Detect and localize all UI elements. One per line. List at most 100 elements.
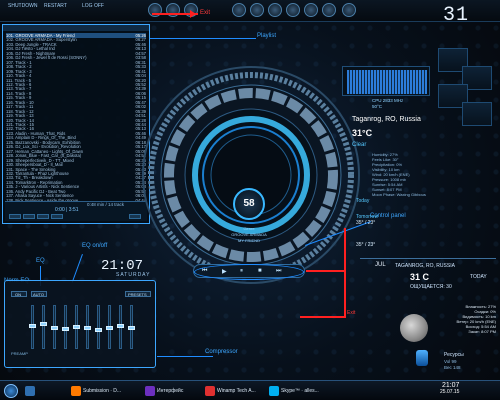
exit2-line-h2 [300, 316, 344, 318]
eq-band-knob[interactable] [84, 326, 91, 330]
app-icon-2[interactable] [250, 3, 264, 17]
day-number: 31 [443, 4, 470, 27]
trash-icon[interactable] [148, 3, 162, 17]
weather-details: Humidity: 27% Feels Like: 30° Precipitat… [372, 152, 426, 197]
eq-band-knob[interactable] [73, 325, 80, 330]
br-today: TODAY [470, 274, 487, 280]
taskbar: Submission · D... Интерфейс Winamp Tech A.… [0, 380, 500, 400]
eq-band-slider[interactable] [29, 305, 36, 349]
cpu-label: CPU 2833 MHz [372, 98, 404, 103]
eq-band-knob[interactable] [117, 324, 124, 328]
eq-band-knob[interactable] [128, 326, 135, 330]
playlist-add-button[interactable] [9, 214, 21, 219]
start-button[interactable] [4, 384, 18, 398]
eq-band-slider[interactable] [73, 305, 80, 349]
taskbar-item-label: Skype™ · alles... [281, 388, 319, 394]
exit2-line-h [306, 270, 346, 272]
warning-icon[interactable] [166, 3, 180, 17]
dial-track: MY FRIEND [238, 238, 260, 243]
app-icon-3[interactable] [268, 3, 282, 17]
eq-presets-button[interactable]: PRESETS [125, 291, 151, 297]
resource-cylinder-icon [416, 350, 428, 366]
top-bar: SHUTDOWN RESTART LOG OFF 31 [0, 0, 500, 27]
taskbar-item-label: Submission · D... [83, 388, 122, 394]
dial-center-number: 58 [233, 188, 265, 220]
eq-band-knob[interactable] [40, 322, 47, 326]
taskbar-item[interactable] [24, 384, 66, 398]
cpu-temp: 50°C [372, 104, 383, 109]
taskbar-item[interactable]: Winamp Tech A... [204, 384, 264, 398]
eq-band-knob[interactable] [29, 324, 36, 328]
logoff-button[interactable]: LOG OFF [82, 3, 104, 10]
app-icon-4[interactable] [286, 3, 300, 17]
tray-time: 21:07 [441, 382, 460, 389]
br-used: Vol 99 [444, 359, 457, 364]
playlist-header [3, 25, 149, 31]
weather-tomorrow-range: 35° / 23° [356, 242, 376, 248]
eq-annotation: EQ [36, 258, 45, 264]
eq-band-slider[interactable] [62, 305, 69, 349]
taskbar-item-label: Winamp Tech A... [217, 388, 256, 394]
eq-band-knob[interactable] [95, 328, 102, 332]
app-icon-1[interactable] [232, 3, 246, 17]
dial-genre: Genre [243, 226, 255, 231]
taskbar-item[interactable]: Интерфейс [144, 384, 200, 398]
playlist-time: 0:00 | 3:51 [55, 207, 79, 213]
weather-today-label: Today [356, 198, 370, 204]
eq-band-knob[interactable] [106, 326, 113, 330]
tray-clock: 21:07 25.07.15 [440, 382, 459, 395]
cpu-graph [342, 66, 430, 96]
playlist-footer: 0:00 | 3:51 0:48 min / 14 track [5, 201, 147, 221]
playlist-info: 0:48 min / 14 track [87, 202, 125, 207]
exit-annotation: Exit [200, 10, 211, 16]
br-city: TAGANROG, RO, RUSSIA [395, 263, 455, 269]
taskbar-app-icon [269, 386, 279, 396]
br-total: Вес 148 [444, 365, 461, 370]
bottom-right-divider [360, 258, 496, 259]
taskbar-item[interactable]: Skype™ · alles... [268, 384, 338, 398]
eq-band-slider[interactable] [40, 305, 47, 349]
control-panel-highlight [194, 264, 304, 280]
br-month: JUL [375, 262, 386, 268]
eq-band-slider[interactable] [117, 305, 124, 349]
playlist-panel: 101. GROOVE ARMADA - My Friend 05:26 102. … [2, 24, 150, 224]
shutdown-button[interactable]: SHUTDOWN [8, 3, 37, 10]
exit2-annotation: Exit [347, 310, 356, 316]
exit-arrowhead [190, 10, 196, 18]
eq-band-slider[interactable] [95, 305, 102, 349]
app-icon-6[interactable] [322, 3, 336, 17]
moon-icon [400, 314, 428, 342]
alien-icon[interactable] [342, 3, 356, 17]
weather-detail: Moon Phase: Waxing Gibbous [372, 192, 426, 197]
restart-button[interactable]: RESTART [44, 3, 67, 10]
app-icon-5[interactable] [304, 3, 318, 17]
br-temp: 31 C [410, 272, 430, 282]
br-details: Влажность: 27% Осадки: 0% Видимость: 10 … [440, 304, 496, 334]
eq-band-slider[interactable] [84, 305, 91, 349]
eq-band-slider[interactable] [51, 305, 58, 349]
eq-on-label: ON [15, 292, 21, 297]
eq-band-slider[interactable] [106, 305, 113, 349]
weather-city: Taganrog, RO, Russia [352, 116, 421, 123]
br-sunset: Закат: 8:07 PM [468, 329, 496, 334]
weather-temp: 31°C [352, 128, 373, 138]
playlist-select-button[interactable] [37, 214, 49, 219]
compressor-annotation: Compressor [205, 349, 238, 355]
eq-band-slider[interactable] [128, 305, 135, 349]
eq-on-button[interactable]: ON [11, 291, 27, 297]
center-dial [142, 66, 360, 284]
compressor-annotation-line [157, 356, 213, 357]
playlist-remove-button[interactable] [23, 214, 35, 219]
playlist-misc-button[interactable] [51, 214, 63, 219]
cpu-bars [347, 70, 427, 94]
eq-band-knob[interactable] [51, 326, 58, 330]
taskbar-item-label: Интерфейс [157, 388, 184, 394]
br-resource: Ресурсы [444, 352, 464, 358]
weather-condition: Clear [352, 142, 367, 148]
taskbar-item[interactable]: Submission · D... [70, 384, 140, 398]
eq-band-knob[interactable] [62, 326, 69, 331]
tray-date: 25.07.15 [440, 389, 460, 395]
eq-presets-label: PRESETS [128, 292, 147, 297]
taskbar-app-icon [205, 386, 215, 396]
eq-auto-button[interactable]: AUTO [31, 291, 47, 297]
